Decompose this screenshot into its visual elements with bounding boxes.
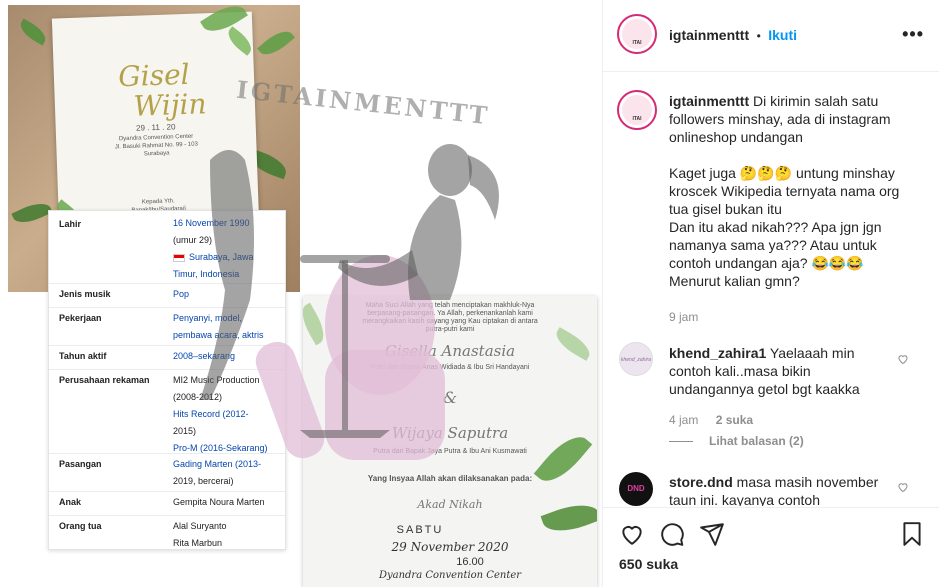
comment-2-username[interactable]: store.dnd <box>669 474 733 490</box>
card2-time: 16.00 <box>456 556 484 568</box>
author-username[interactable]: igtainmenttt <box>669 27 749 43</box>
caption: igtainmenttt Di kirimin salah satu follo… <box>669 92 921 326</box>
caption-time[interactable]: 9 jam <box>669 308 921 326</box>
comment-2: store.dnd masa masih november taun ini. … <box>669 473 899 506</box>
bookmark-icon[interactable] <box>899 521 925 547</box>
card2-day: SABTU <box>396 524 444 536</box>
author-avatar[interactable]: ITAI <box>617 14 657 54</box>
view-replies-button[interactable]: Lihat balasan (2) <box>669 434 804 448</box>
card2-venue: Dyandra Convention Center <box>378 570 522 581</box>
more-options-icon[interactable]: ••• <box>902 24 924 45</box>
likes-count[interactable]: 650 suka <box>619 556 678 572</box>
comment-1-username[interactable]: khend_zahira1 <box>669 345 766 361</box>
follow-separator: • <box>756 29 761 43</box>
comments-list[interactable]: ITAI igtainmenttt Di kirimin salah satu … <box>603 72 939 506</box>
watermark-silhouette <box>200 144 499 460</box>
follow-button[interactable]: Ikuti <box>768 27 797 43</box>
card2-event: Akad Nikah <box>417 498 483 511</box>
commenter-avatar-2[interactable]: DND <box>619 472 653 506</box>
comment-1-time[interactable]: 4 jam <box>669 413 698 427</box>
comment-icon[interactable] <box>659 521 685 547</box>
wiki-row-orang-tua: Orang tua Alal Suryanto Rita Marbun <box>49 515 285 551</box>
post-actions: 650 suka <box>603 507 939 587</box>
card2-date: 29 November 2020 <box>391 540 509 554</box>
comment-1-likes[interactable]: 2 suka <box>716 413 753 427</box>
comment-2-like-icon[interactable] <box>897 481 909 493</box>
post-media[interactable]: Gisel Wijin 29 . 11 . 20 Dyandra Convent… <box>0 0 602 587</box>
caption-text-2: Kaget juga 🤔🤔🤔 untung minshay kroscek Wi… <box>669 165 900 289</box>
heart-icon[interactable] <box>619 521 645 547</box>
share-icon[interactable] <box>699 521 725 547</box>
comment-1-like-icon[interactable] <box>897 353 909 365</box>
caption-username[interactable]: igtainmenttt <box>669 93 749 109</box>
post-side-panel: ITAI igtainmenttt • Ikuti ••• ITAI igtai… <box>602 0 939 587</box>
commenter-avatar[interactable]: khend_zahira <box>619 342 653 376</box>
caption-avatar[interactable]: ITAI <box>617 90 657 130</box>
post-header: ITAI igtainmenttt • Ikuti ••• <box>603 0 939 72</box>
comment-1-meta: 4 jam 2 suka <box>669 413 753 427</box>
wiki-row-anak: Anak Gempita Noura Marten <box>49 491 285 513</box>
comment-1: khend_zahira1 Yaelaaah min contoh kali..… <box>669 344 899 398</box>
